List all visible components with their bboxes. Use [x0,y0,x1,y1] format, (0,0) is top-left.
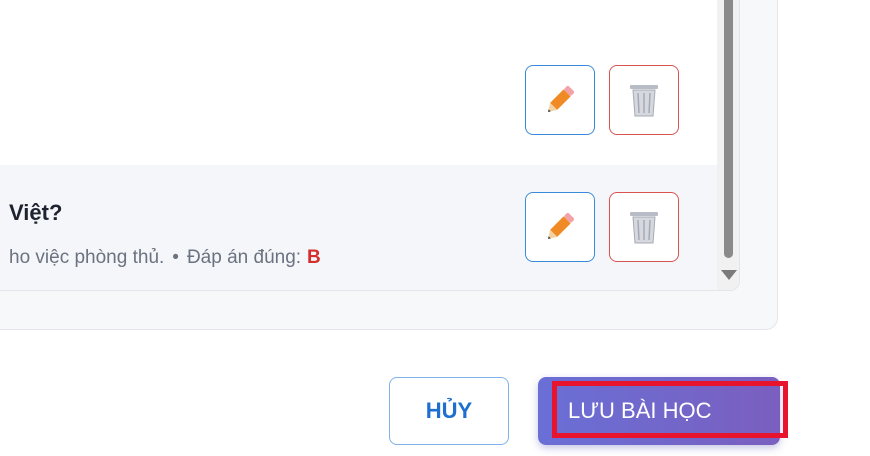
answer-label: Đáp án đúng: [186,247,302,268]
save-lesson-button[interactable]: LƯU BÀI HỌC [538,377,780,445]
vertical-scrollbar[interactable] [717,0,739,290]
edit-button[interactable] [525,65,595,135]
question-explanation: ho việc phòng thủ. [9,247,165,268]
pencil-icon [547,85,575,113]
cancel-button[interactable]: HỦY [389,377,509,445]
scrollbar-thumb[interactable] [724,0,733,258]
delete-button[interactable] [609,65,679,135]
delete-button[interactable] [609,192,679,262]
trash-icon [630,212,658,244]
meta-separator: • [172,247,179,268]
edit-button[interactable] [525,192,595,262]
answer-value: B [307,247,321,268]
trash-icon [630,85,658,117]
question-row: Việt? ho việc phòng thủ. • Đáp án đúng: B [0,165,717,290]
question-row [0,40,717,166]
question-list: Việt? ho việc phòng thủ. • Đáp án đúng: B [0,0,740,291]
question-title: Việt? [9,200,63,225]
question-row [0,0,717,41]
scroll-down-arrow-icon[interactable] [721,270,737,280]
pencil-icon [547,212,575,240]
question-meta: ho việc phòng thủ. • Đáp án đúng: B [9,247,321,269]
